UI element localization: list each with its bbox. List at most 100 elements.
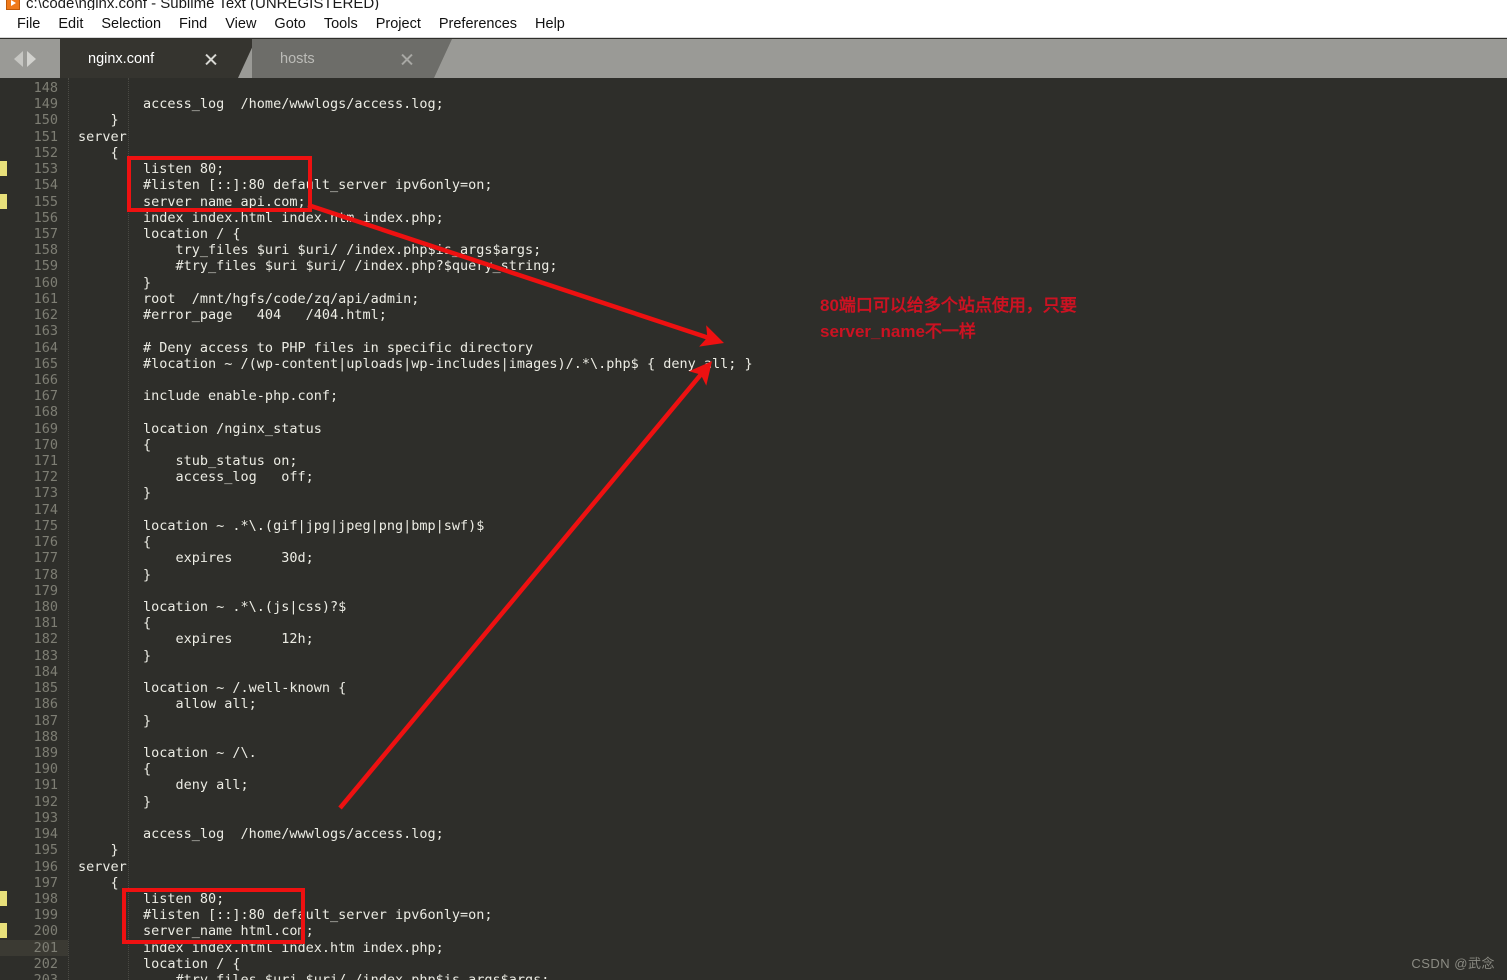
code-line[interactable]: 171 stub_status on; — [0, 453, 1507, 469]
line-number: 152 — [33, 144, 58, 161]
code-text: try_files $uri $uri/ /index.php$is_args$… — [78, 242, 542, 259]
code-line[interactable]: 180 location ~ .*\.(js|css)?$ — [0, 599, 1507, 615]
menu-item-goto[interactable]: Goto — [265, 14, 314, 34]
code-line[interactable]: 165 #location ~ /(wp-content|uploads|wp-… — [0, 356, 1507, 372]
code-text: } — [78, 647, 152, 664]
code-line[interactable]: 183 } — [0, 648, 1507, 664]
code-line[interactable]: 187 } — [0, 713, 1507, 729]
code-text: access_log /home/wwwlogs/access.log; — [78, 826, 444, 843]
code-line[interactable]: 158 try_files $uri $uri/ /index.php$is_a… — [0, 242, 1507, 258]
code-line[interactable]: 167 include enable-php.conf; — [0, 388, 1507, 404]
menu-item-preferences[interactable]: Preferences — [430, 14, 526, 34]
menu-item-view[interactable]: View — [216, 14, 265, 34]
code-line[interactable]: 203 #try_files $uri $uri/ /index.php$is_… — [0, 972, 1507, 980]
code-line[interactable]: 178 } — [0, 567, 1507, 583]
code-line[interactable]: 181 { — [0, 615, 1507, 631]
code-text: server — [78, 128, 127, 145]
code-line[interactable]: 154 #listen [::]:80 default_server ipv6o… — [0, 177, 1507, 193]
code-line[interactable]: 176 { — [0, 534, 1507, 550]
line-number: 169 — [33, 420, 58, 437]
code-text: } — [78, 793, 152, 810]
menu-item-selection[interactable]: Selection — [92, 14, 170, 34]
code-line[interactable]: 200 server_name html.com; — [0, 923, 1507, 939]
code-text: #try_files $uri $uri/ /index.php?$query_… — [78, 258, 558, 275]
menu-item-tools[interactable]: Tools — [315, 14, 367, 34]
menu-item-help[interactable]: Help — [526, 14, 574, 34]
code-line[interactable]: 164 # Deny access to PHP files in specif… — [0, 340, 1507, 356]
code-text: #listen [::]:80 default_server ipv6only=… — [78, 907, 493, 924]
code-line[interactable]: 163 — [0, 323, 1507, 339]
code-text: { — [78, 144, 119, 161]
menu-item-file[interactable]: File — [8, 14, 49, 34]
code-line[interactable]: 194 access_log /home/wwwlogs/access.log; — [0, 826, 1507, 842]
code-text: { — [78, 534, 152, 551]
line-number: 157 — [33, 225, 58, 242]
tabbar: nginx.conf hosts — [0, 39, 1507, 78]
code-line[interactable]: 192 } — [0, 794, 1507, 810]
code-line[interactable]: 189 location ~ /\. — [0, 745, 1507, 761]
code-line[interactable]: 150 } — [0, 112, 1507, 128]
line-number: 161 — [33, 290, 58, 307]
code-content[interactable]: 148 149 access_log /home/wwwlogs/access.l… — [0, 80, 1507, 980]
code-line[interactable]: 169 location /nginx_status — [0, 421, 1507, 437]
line-number: 164 — [33, 339, 58, 356]
tab-hosts[interactable]: hosts — [252, 39, 452, 78]
line-number: 162 — [33, 307, 58, 324]
menu-item-find[interactable]: Find — [170, 14, 216, 34]
code-line[interactable]: 197 { — [0, 875, 1507, 891]
code-line[interactable]: 182 expires 12h; — [0, 631, 1507, 647]
tab-nginx-conf[interactable]: nginx.conf — [60, 39, 256, 78]
code-line[interactable]: 148 — [0, 80, 1507, 96]
code-text: index index.html index.htm index.php; — [78, 939, 444, 956]
code-line[interactable]: 168 — [0, 404, 1507, 420]
line-number: 191 — [33, 777, 58, 794]
code-text: expires 12h; — [78, 631, 314, 648]
code-line[interactable]: 202 location / { — [0, 956, 1507, 972]
code-line[interactable]: 191 deny all; — [0, 777, 1507, 793]
code-line[interactable]: 162 #error_page 404 /404.html; — [0, 307, 1507, 323]
arrow-left-icon[interactable] — [14, 50, 23, 67]
close-icon[interactable] — [203, 51, 218, 66]
line-number: 184 — [33, 663, 58, 680]
code-line[interactable]: 166 — [0, 372, 1507, 388]
code-line[interactable]: 193 — [0, 810, 1507, 826]
code-line[interactable]: 173 } — [0, 485, 1507, 501]
code-line[interactable]: 159 #try_files $uri $uri/ /index.php?$qu… — [0, 258, 1507, 274]
code-line[interactable]: 190 { — [0, 761, 1507, 777]
line-number: 160 — [33, 274, 58, 291]
code-line[interactable]: 188 — [0, 729, 1507, 745]
code-line[interactable]: 170 { — [0, 437, 1507, 453]
close-icon[interactable] — [399, 51, 414, 66]
line-number: 179 — [33, 582, 58, 599]
code-line[interactable]: 185 location ~ /.well-known { — [0, 680, 1507, 696]
code-line[interactable]: 149 access_log /home/wwwlogs/access.log; — [0, 96, 1507, 112]
menu-item-project[interactable]: Project — [367, 14, 430, 34]
code-line[interactable]: 174 — [0, 502, 1507, 518]
code-line[interactable]: 153 listen 80; — [0, 161, 1507, 177]
code-editor[interactable]: 148 149 access_log /home/wwwlogs/access.l… — [0, 78, 1507, 980]
code-line[interactable]: 160 } — [0, 275, 1507, 291]
code-line[interactable]: 151 server — [0, 129, 1507, 145]
line-number: 200 — [33, 923, 58, 940]
menu-item-edit[interactable]: Edit — [49, 14, 92, 34]
code-line[interactable]: 161 root /mnt/hgfs/code/zq/api/admin; — [0, 291, 1507, 307]
code-line[interactable]: 156 index index.html index.htm index.php… — [0, 210, 1507, 226]
code-text: deny all; — [78, 777, 249, 794]
code-line[interactable]: 199 #listen [::]:80 default_server ipv6o… — [0, 907, 1507, 923]
code-line[interactable]: 179 — [0, 583, 1507, 599]
code-line[interactable]: 172 access_log off; — [0, 469, 1507, 485]
code-text: expires 30d; — [78, 550, 314, 567]
code-line[interactable]: 196 server — [0, 859, 1507, 875]
code-line[interactable]: 201 index index.html index.htm index.php… — [0, 939, 1507, 956]
code-line[interactable]: 175 location ~ .*\.(gif|jpg|jpeg|png|bmp… — [0, 518, 1507, 534]
code-text: } — [78, 712, 152, 729]
code-line[interactable]: 195 } — [0, 842, 1507, 858]
code-line[interactable]: 184 — [0, 664, 1507, 680]
code-line[interactable]: 152 { — [0, 145, 1507, 161]
arrow-right-icon[interactable] — [27, 50, 36, 67]
code-line[interactable]: 186 allow all; — [0, 696, 1507, 712]
code-line[interactable]: 155 server_name api.com; — [0, 193, 1507, 210]
code-line[interactable]: 198 listen 80; — [0, 890, 1507, 907]
code-line[interactable]: 177 expires 30d; — [0, 550, 1507, 566]
code-line[interactable]: 157 location / { — [0, 226, 1507, 242]
